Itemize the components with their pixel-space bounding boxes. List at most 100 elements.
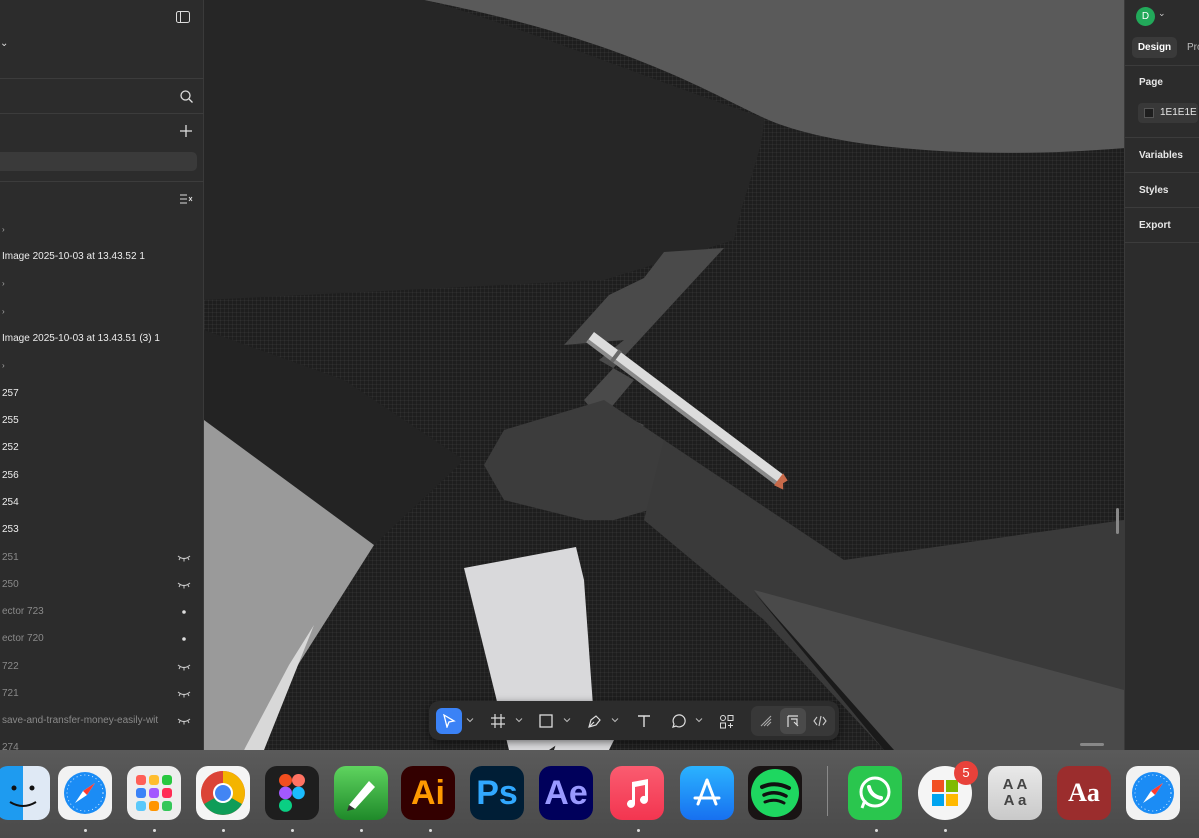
layer-item[interactable]: 251: [2, 550, 19, 566]
chevron-down-icon[interactable]: ⌄: [0, 38, 8, 49]
layer-chevron-icon[interactable]: ›: [2, 222, 5, 238]
hidden-eye-icon[interactable]: [177, 580, 191, 590]
layer-item[interactable]: 253: [2, 522, 19, 538]
dock-app-label: Ai: [411, 773, 445, 812]
music-icon: [620, 776, 654, 810]
actions-tool-button[interactable]: [713, 708, 739, 734]
frame-tool-button[interactable]: [485, 708, 511, 734]
styles-section[interactable]: Styles: [1139, 185, 1168, 196]
page-color-field[interactable]: 1E1E1E: [1138, 103, 1198, 123]
chevron-down-icon[interactable]: [695, 716, 703, 724]
page-color-value[interactable]: 1E1E1E: [1160, 107, 1197, 118]
layer-item[interactable]: Image 2025-10-03 at 13.43.51 (3) 1: [2, 331, 160, 347]
panel-divider: [0, 113, 204, 114]
chevron-down-icon[interactable]: [611, 716, 619, 724]
chevron-down-icon[interactable]: [563, 716, 571, 724]
layer-item[interactable]: ector 723: [2, 604, 44, 620]
hidden-eye-icon[interactable]: [177, 716, 191, 726]
dock-app-after-effects[interactable]: Ae: [539, 766, 593, 820]
running-indicator: [153, 829, 156, 832]
whatsapp-icon: [856, 774, 894, 812]
layer-item[interactable]: 257: [2, 386, 19, 402]
running-indicator: [360, 829, 363, 832]
safari-icon: [62, 770, 108, 816]
dock-app-figma[interactable]: [265, 766, 319, 820]
layer-chevron-icon[interactable]: ›: [2, 358, 5, 374]
layer-chevron-icon[interactable]: ›: [2, 276, 5, 292]
dock-app-spotify[interactable]: [748, 766, 802, 820]
layer-item[interactable]: 256: [2, 468, 19, 484]
chevron-down-icon[interactable]: [466, 716, 474, 724]
dock-app-label: Ae: [544, 773, 588, 812]
chevron-down-icon[interactable]: ⌄: [1158, 8, 1166, 19]
running-indicator: [291, 829, 294, 832]
dock-app-illustrator[interactable]: Ai: [401, 766, 455, 820]
layer-item[interactable]: save-and-transfer-money-easily-wit: [2, 713, 158, 729]
dock-app-label: Ps: [476, 773, 518, 812]
dock-app-dictionary[interactable]: Aa: [1057, 766, 1111, 820]
panel-divider: [1125, 172, 1199, 173]
dock-app-photoshop[interactable]: Ps: [470, 766, 524, 820]
microsoft-icon: [930, 778, 960, 808]
dock-app-safari-2[interactable]: [1126, 766, 1180, 820]
dev-mode-button[interactable]: [807, 708, 833, 734]
dock-app-whatsapp[interactable]: [848, 766, 902, 820]
layer-item[interactable]: 255: [2, 413, 19, 429]
comment-tool-button[interactable]: [665, 708, 691, 734]
layer-chevron-icon[interactable]: ›: [2, 304, 5, 320]
sidebar-toggle-icon[interactable]: [176, 11, 190, 23]
layer-item[interactable]: 252: [2, 440, 19, 456]
design-canvas[interactable]: [204, 0, 1124, 750]
avatar[interactable]: D: [1136, 7, 1155, 26]
dock-app-launchpad[interactable]: [127, 766, 181, 820]
dock-app-safari[interactable]: [58, 766, 112, 820]
text-tool-button[interactable]: [631, 708, 657, 734]
notification-badge: 5: [954, 761, 978, 785]
layer-item[interactable]: 254: [2, 495, 19, 511]
running-indicator: [637, 829, 640, 832]
dock-app-draw[interactable]: [334, 766, 388, 820]
dot-icon[interactable]: [177, 634, 191, 644]
pen-tool-button[interactable]: [581, 708, 607, 734]
chevron-down-icon[interactable]: [515, 716, 523, 724]
layer-item[interactable]: ector 720: [2, 631, 44, 647]
panel-divider: [1125, 65, 1199, 66]
hidden-eye-icon[interactable]: [177, 689, 191, 699]
hidden-eye-icon[interactable]: [177, 553, 191, 563]
layer-item[interactable]: 722: [2, 659, 19, 675]
components-icon: [719, 714, 733, 728]
tab-prototype[interactable]: Pro: [1187, 37, 1199, 58]
running-indicator: [875, 829, 878, 832]
collapse-layers-icon[interactable]: [180, 194, 193, 204]
dock-app-music[interactable]: [610, 766, 664, 820]
comment-icon: [671, 713, 686, 728]
shape-tool-button[interactable]: [533, 708, 559, 734]
dot-icon[interactable]: [177, 607, 191, 617]
variables-section[interactable]: Variables: [1139, 150, 1183, 161]
dock-app-app-store[interactable]: [680, 766, 734, 820]
search-icon[interactable]: [180, 90, 193, 103]
pen-icon: [587, 714, 601, 728]
dock-app-font-book[interactable]: A A A a: [988, 766, 1042, 820]
draw-mode-button[interactable]: [753, 708, 779, 734]
add-page-icon[interactable]: [180, 125, 192, 137]
dock-app-chrome[interactable]: [196, 766, 250, 820]
draw-icon: [341, 773, 381, 813]
layer-item[interactable]: 250: [2, 577, 19, 593]
color-swatch[interactable]: [1144, 108, 1154, 118]
move-tool-button[interactable]: [436, 708, 462, 734]
panel-divider: [1125, 242, 1199, 243]
panel-divider: [0, 181, 204, 182]
draw-icon: [760, 715, 772, 727]
layer-item[interactable]: 721: [2, 686, 19, 702]
design-mode-button[interactable]: [780, 708, 806, 734]
panel-divider: [0, 78, 204, 79]
selected-page-row[interactable]: [0, 152, 197, 171]
hidden-eye-icon[interactable]: [177, 662, 191, 672]
dock-app-finder[interactable]: [0, 766, 50, 820]
canvas-artwork[interactable]: [204, 0, 1124, 750]
running-indicator: [429, 829, 432, 832]
layer-item[interactable]: Image 2025-10-03 at 13.43.52 1: [2, 249, 145, 265]
tab-design[interactable]: Design: [1132, 37, 1177, 58]
export-section[interactable]: Export: [1139, 220, 1171, 231]
